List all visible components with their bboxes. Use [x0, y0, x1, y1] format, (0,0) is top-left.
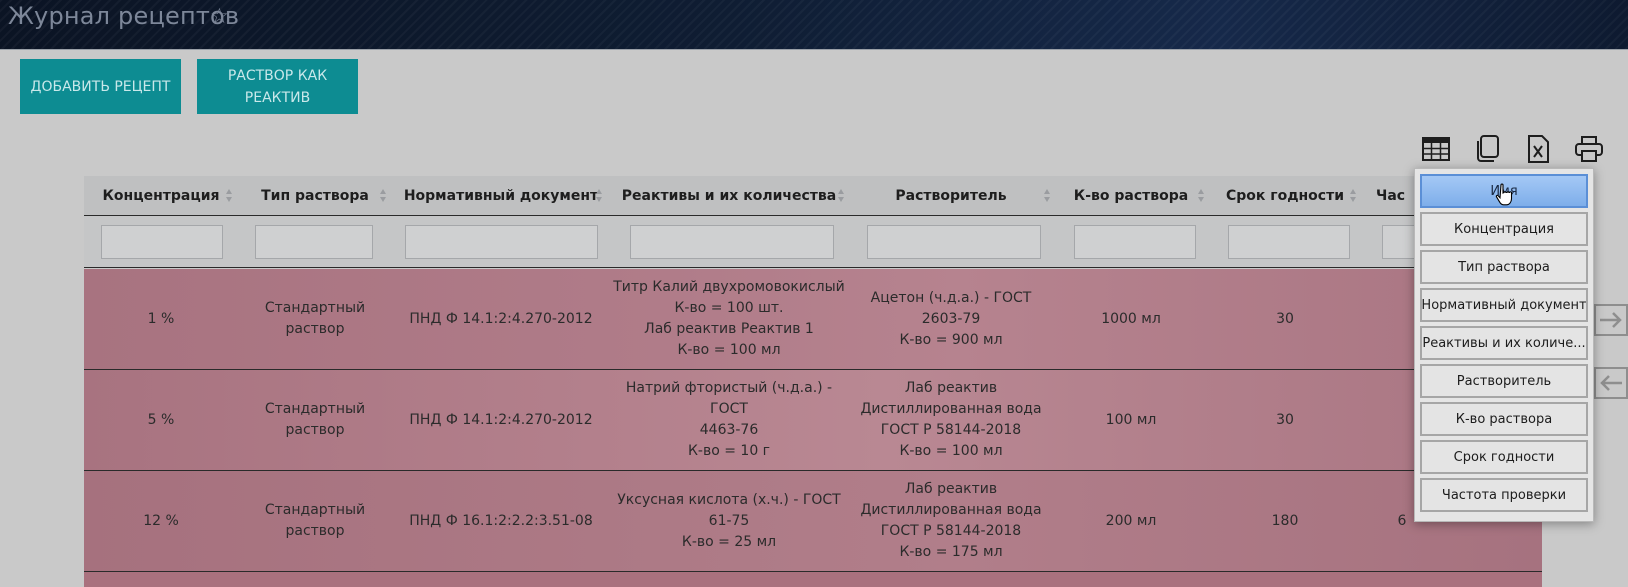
cell-amount: 200 мл	[1105, 512, 1157, 529]
cell-solvent: Лаб реактив Дистиллированная вода ГОСТ Р 5…	[860, 380, 1042, 459]
hand-pointer-icon	[1495, 183, 1513, 206]
app-header: Журнал рецептов ☆	[0, 0, 1628, 50]
cell-document: ПНД Ф 14.1:2:4.270-2012	[409, 411, 593, 428]
column-toggle-type[interactable]: Тип раствора	[1420, 250, 1588, 284]
filter-input-amount[interactable]	[1074, 225, 1196, 259]
cell-amount: 100 мл	[1105, 411, 1157, 428]
cell-concentration: 1 %	[147, 310, 175, 327]
table-row[interactable]: 12 % Стандартный раствор ПНД Ф 16.1:2:2.2…	[84, 471, 1542, 572]
solution-as-reagent-button[interactable]: РАСТВОР КАК РЕАКТИВ	[197, 59, 358, 114]
print-icon[interactable]	[1574, 134, 1604, 164]
cell-solvent: Ацетон (ч.д.а.) - ГОСТ 2603-79 К-во = 900 …	[870, 289, 1032, 348]
cell-shelf-life: 180	[1271, 512, 1299, 529]
cell-type: Стандартный раствор	[264, 300, 366, 337]
page-title: Журнал рецептов	[8, 2, 240, 30]
scroll-left-icon[interactable]	[1594, 367, 1628, 399]
filter-input-type[interactable]	[255, 225, 373, 259]
cell-amount: 1000 мл	[1101, 310, 1161, 327]
column-toggle-solvent[interactable]: Растворитель	[1420, 364, 1588, 398]
column-header-document[interactable]: Нормативный документ	[392, 176, 610, 216]
cell-concentration: 12 %	[143, 512, 179, 529]
sort-icon[interactable]	[838, 189, 845, 203]
scroll-right-icon[interactable]	[1594, 304, 1628, 336]
table-row[interactable]: 1 % Стандартный раствор ПНД Ф 14.1:2:4.27…	[84, 269, 1542, 370]
column-header-reagents[interactable]: Реактивы и их количества	[610, 176, 848, 216]
sort-icon[interactable]	[1350, 189, 1357, 203]
cell-solvent: Лаб реактив Дистиллированная вода ГОСТ Р 5…	[860, 481, 1042, 560]
column-toggle-frequency[interactable]: Частота проверки	[1420, 478, 1588, 512]
add-recipe-button[interactable]: ДОБАВИТЬ РЕЦЕПТ	[20, 59, 181, 114]
star-outline-icon[interactable]: ☆	[210, 4, 229, 28]
column-header-amount[interactable]: К-во раствора	[1054, 176, 1208, 216]
recipes-table: Концентрация Тип раствора Нормативный до…	[84, 176, 1542, 587]
cell-reagents: Титр Калий двухромовокислый К-во = 100 шт…	[613, 279, 845, 358]
filter-input-shelf-life[interactable]	[1228, 225, 1350, 259]
excel-export-icon[interactable]	[1523, 134, 1553, 164]
filter-input-document[interactable]	[405, 225, 598, 259]
cell-shelf-life: 30	[1276, 411, 1294, 428]
column-chooser-menu: Имя Концентрация Тип раствора Нормативны…	[1414, 168, 1594, 522]
cell-shelf-life: 30	[1276, 310, 1294, 327]
filter-input-reagents[interactable]	[630, 225, 834, 259]
cell-document: ПНД Ф 16.1:2:2.2:3.51-08	[409, 512, 593, 529]
filter-input-solvent[interactable]	[867, 225, 1041, 259]
table-row[interactable]: 5 % Стандартный раствор ПНД Ф 14.1:2:4.27…	[84, 370, 1542, 471]
cell-type: Стандартный раствор	[264, 401, 366, 438]
sort-icon[interactable]	[1198, 189, 1205, 203]
filter-row	[84, 216, 1542, 268]
column-header-solvent[interactable]: Растворитель	[848, 176, 1054, 216]
column-toggle-concentration[interactable]: Концентрация	[1420, 212, 1588, 246]
cell-type: Стандартный раствор	[264, 502, 366, 539]
column-header-shelf-life[interactable]: Срок годности	[1208, 176, 1362, 216]
table-columns-icon[interactable]	[1421, 134, 1451, 164]
table-header-row: Концентрация Тип раствора Нормативный до…	[84, 176, 1542, 216]
column-header-concentration[interactable]: Концентрация	[84, 176, 238, 216]
column-toggle-shelf-life[interactable]: Срок годности	[1420, 440, 1588, 474]
cell-concentration: 5 %	[147, 411, 175, 428]
sort-icon[interactable]	[226, 189, 233, 203]
filter-input-concentration[interactable]	[101, 225, 223, 259]
column-toggle-document[interactable]: Нормативный документ	[1420, 288, 1588, 322]
table-row[interactable]	[84, 572, 1542, 587]
sort-icon[interactable]	[1044, 189, 1051, 203]
column-toggle-amount[interactable]: К-во раствора	[1420, 402, 1588, 436]
cell-document: ПНД Ф 14.1:2:4.270-2012	[409, 310, 593, 327]
column-toggle-reagents[interactable]: Реактивы и их количе...	[1420, 326, 1588, 360]
sort-icon[interactable]	[380, 189, 387, 203]
cell-reagents: Уксусная кислота (х.ч.) - ГОСТ 61-75 К-во …	[617, 491, 841, 550]
copy-icon[interactable]	[1472, 134, 1502, 164]
cell-reagents: Натрий фтористый (ч.д.а.) - ГОСТ 4463-76 К…	[625, 380, 833, 459]
sort-icon[interactable]	[596, 189, 603, 203]
column-header-type[interactable]: Тип раствора	[238, 176, 392, 216]
